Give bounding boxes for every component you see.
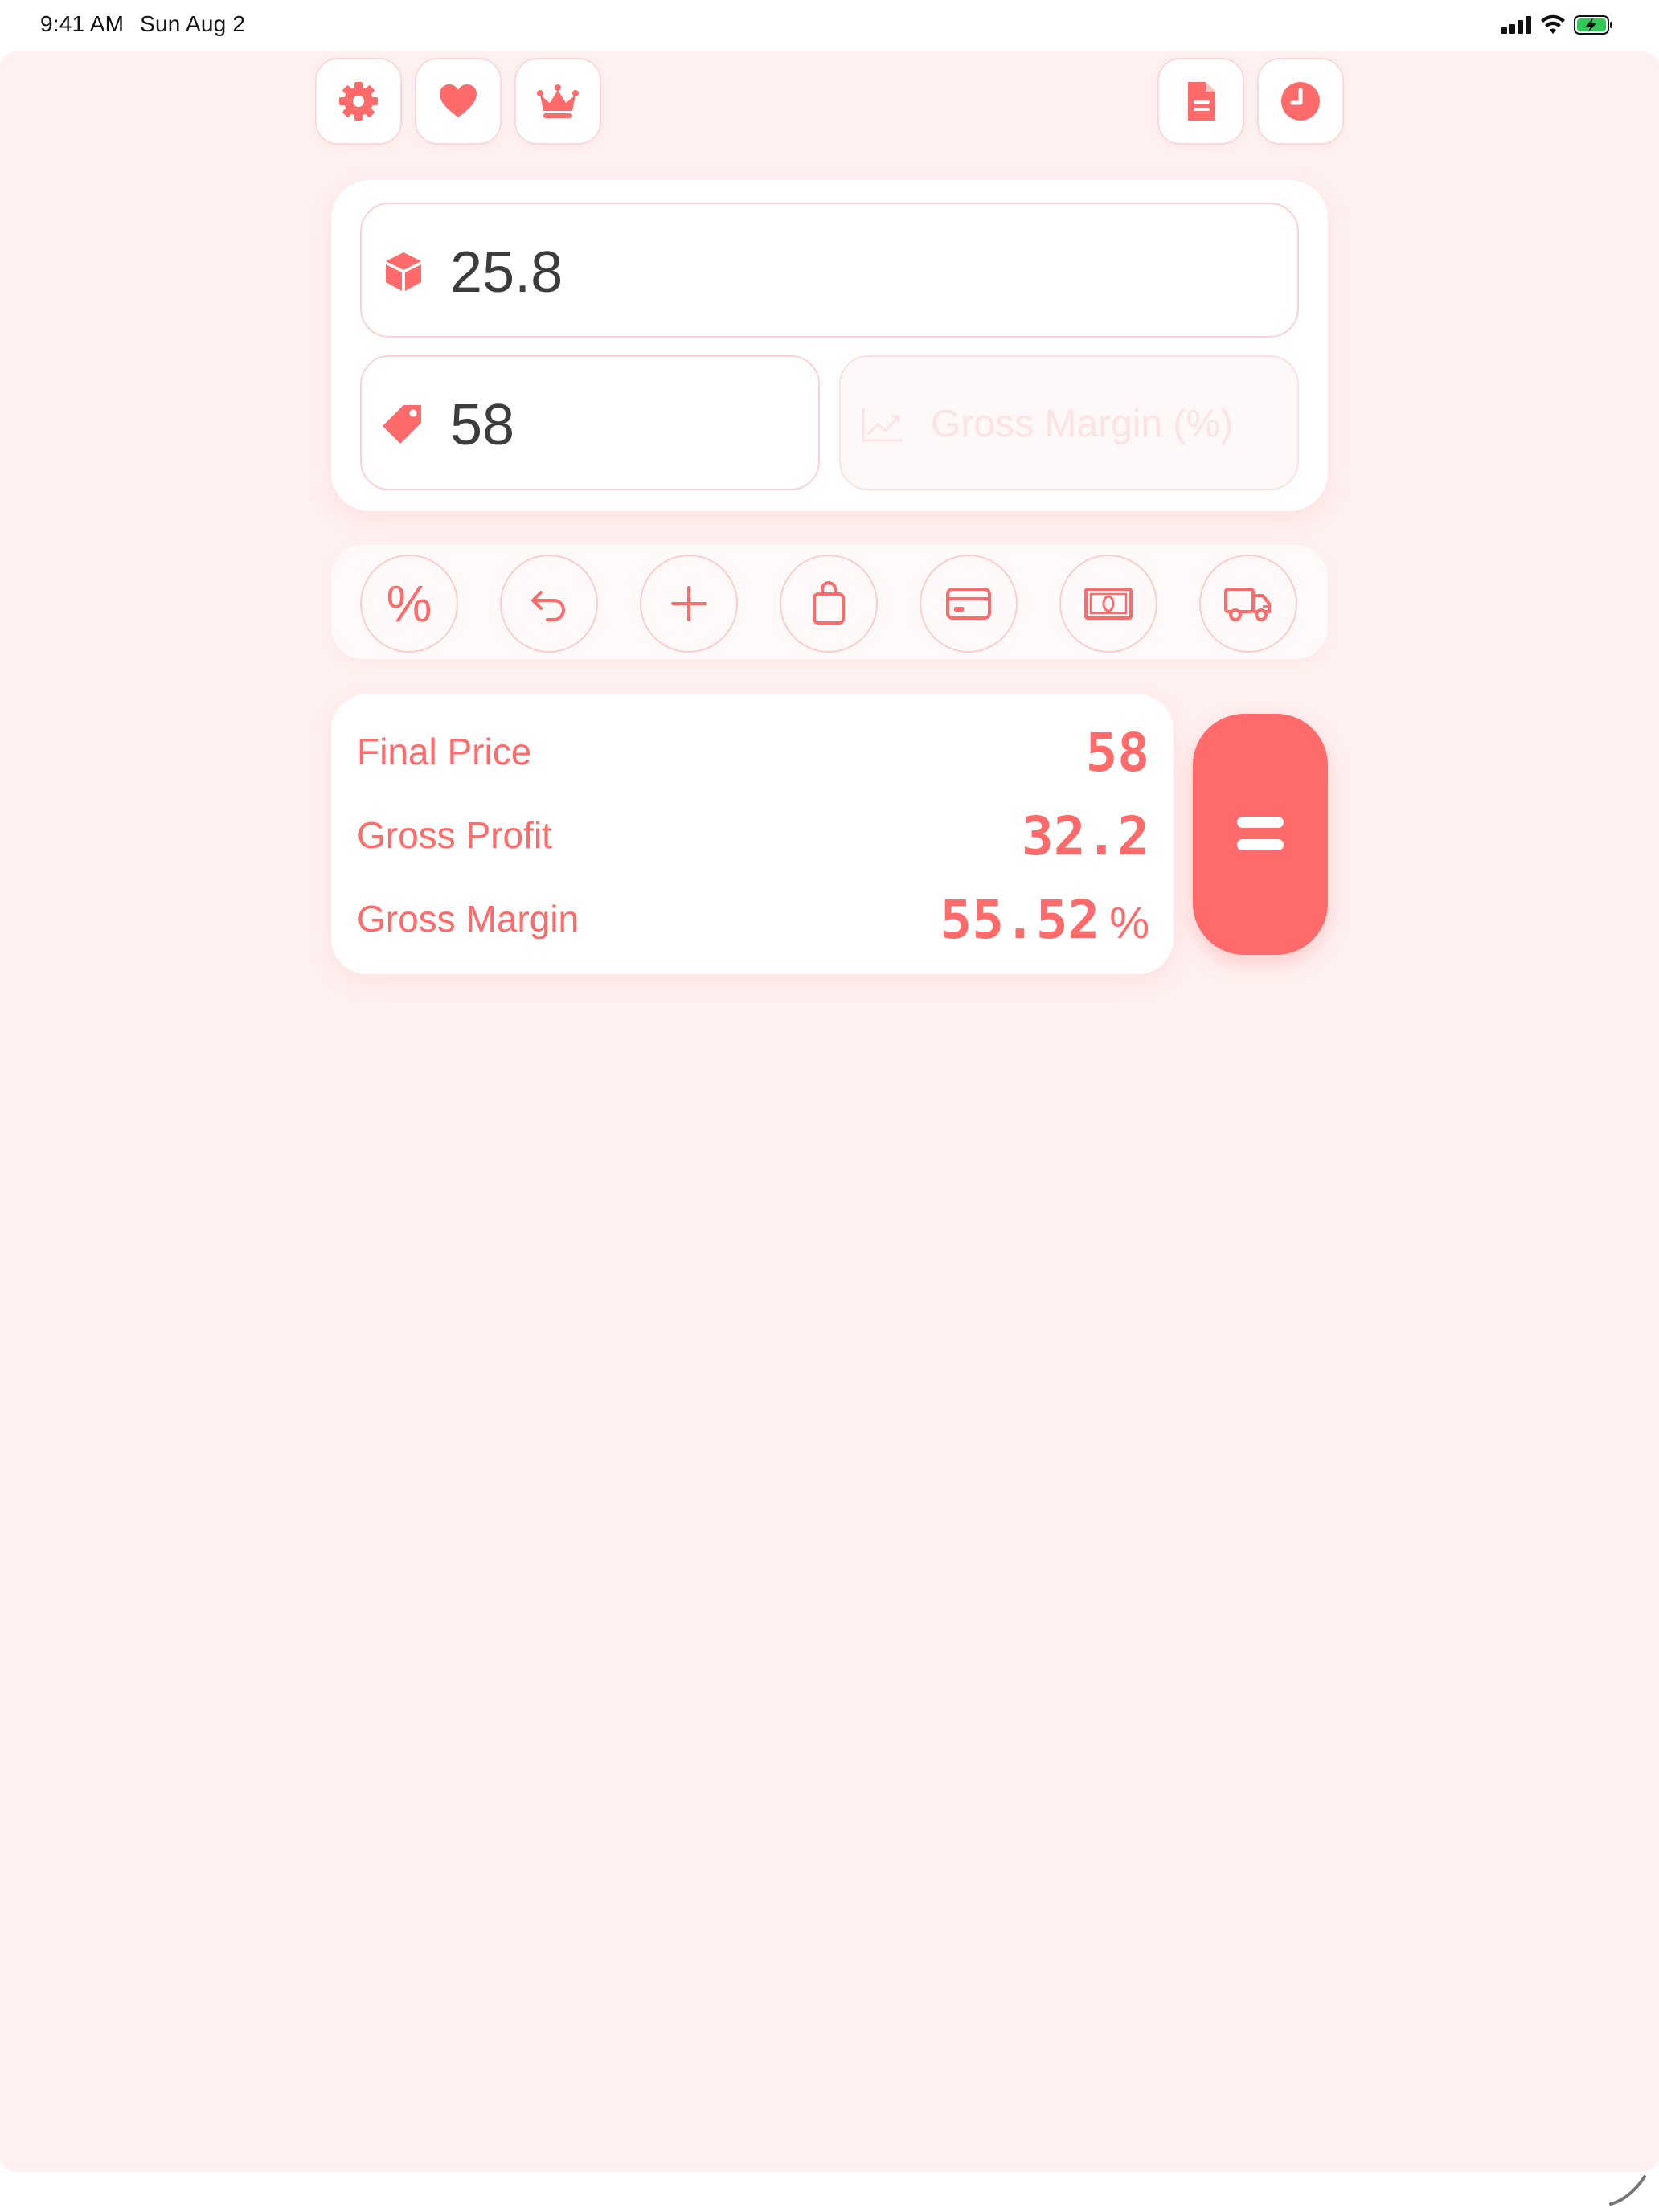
gear-icon: [339, 82, 378, 121]
status-time-text: 9:41 AM: [40, 11, 125, 36]
bottom-edge: [0, 2172, 1659, 2212]
gross-margin-label: Gross Margin: [357, 898, 580, 940]
document-icon: [1188, 82, 1215, 121]
gross-profit-label: Gross Profit: [357, 814, 552, 856]
document-button[interactable]: [1157, 58, 1244, 145]
gross-margin-value: 55.52: [940, 889, 1100, 951]
gross-profit-row: Gross Profit 32.2: [357, 802, 1149, 867]
status-indicators: [1501, 13, 1614, 37]
status-time: 9:41 AM Sun Aug 2: [40, 11, 245, 37]
wifi-icon: [1541, 14, 1565, 34]
undo-button[interactable]: [500, 555, 598, 653]
credit-card-button[interactable]: [920, 555, 1018, 653]
premium-button[interactable]: [514, 58, 601, 145]
battery-charging-icon: [1574, 15, 1612, 35]
status-bar: 9:41 AM Sun Aug 2: [0, 0, 1659, 51]
cellular-signal-icon: [1501, 16, 1534, 34]
final-price-label: Final Price: [357, 731, 532, 772]
gross-margin-row: Gross Margin 55.52%: [357, 886, 1149, 951]
gross-margin-unit: %: [1109, 897, 1149, 948]
favorites-button[interactable]: [415, 58, 502, 145]
gross-profit-value: 32.2: [1022, 805, 1149, 867]
crown-icon: [537, 84, 579, 118]
history-button[interactable]: [1257, 58, 1344, 145]
undo-icon: [531, 591, 565, 621]
add-button[interactable]: [640, 555, 738, 653]
percent-icon: %: [386, 575, 432, 633]
equals-icon: [1237, 817, 1284, 852]
clock-icon: [1281, 82, 1320, 121]
cost-value: 25.8: [450, 240, 563, 305]
shipping-button[interactable]: [1199, 555, 1297, 653]
tools-row: %: [331, 545, 1328, 659]
final-price-row: Final Price 58: [357, 719, 1149, 784]
cash-button[interactable]: [1059, 555, 1157, 653]
chart-line-icon: [862, 408, 902, 442]
delivery-truck-icon: [1224, 588, 1271, 621]
input-card: 25.8 58 Gross Margin (%): [331, 180, 1328, 511]
tag-icon: [383, 405, 421, 444]
scribble-indicator-icon: [1609, 2175, 1646, 2206]
cash-icon: [1084, 588, 1133, 620]
price-value: 58: [450, 393, 515, 457]
results-card: Final Price 58 Gross Profit 32.2 Gross M…: [331, 694, 1174, 974]
gross-margin-placeholder: Gross Margin (%): [931, 403, 1234, 445]
credit-card-icon: [946, 588, 991, 620]
price-field[interactable]: 58: [360, 355, 820, 490]
gross-margin-field[interactable]: Gross Margin (%): [839, 355, 1299, 490]
box-icon: [386, 252, 421, 291]
heart-icon: [440, 84, 477, 117]
gross-margin-result: 55.52%: [940, 889, 1149, 951]
cost-field[interactable]: 25.8: [360, 203, 1299, 338]
percent-button[interactable]: %: [360, 555, 458, 653]
shopping-bag-button[interactable]: [780, 555, 878, 653]
shopping-bag-icon: [813, 581, 845, 625]
status-date: Sun Aug 2: [140, 11, 246, 36]
final-price-value: 58: [1085, 722, 1149, 784]
settings-button[interactable]: [315, 58, 402, 145]
plus-icon: [671, 586, 707, 621]
calculate-button[interactable]: [1193, 714, 1328, 955]
